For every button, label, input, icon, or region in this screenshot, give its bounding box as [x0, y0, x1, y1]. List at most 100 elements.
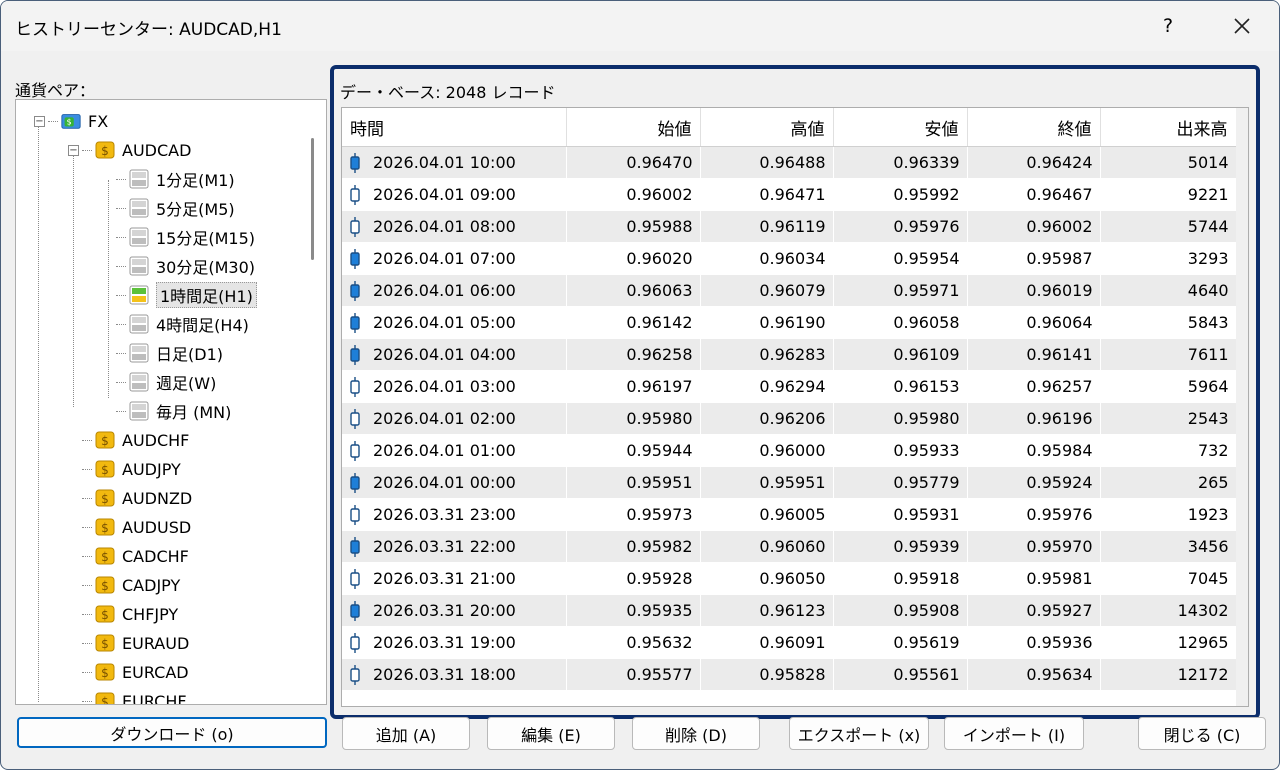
- import-button[interactable]: インポート (I): [944, 717, 1084, 750]
- table-row[interactable]: 2026.04.01 06:00 0.96063 0.96079 0.95971 0.9…: [342, 274, 1237, 307]
- cell-volume: 12965: [1100, 626, 1237, 659]
- table-row[interactable]: 2026.03.31 18:00 0.95577 0.95828 0.95561 0.9…: [342, 658, 1237, 691]
- tree-item-symbol[interactable]: $ AUDNZD: [94, 485, 192, 511]
- history-center-window: ヒストリーセンター: AUDCAD,H1 ? 通貨ペア： $ FX − $ AUDCAD…: [0, 0, 1280, 770]
- column-header-open[interactable]: 始値: [566, 108, 701, 147]
- table-row[interactable]: 2026.04.01 05:00 0.96142 0.96190 0.96058 0.9…: [342, 306, 1237, 339]
- table-row[interactable]: 2026.03.31 23:00 0.95973 0.96005 0.95931 0.9…: [342, 498, 1237, 531]
- cell-open: 0.96063: [566, 274, 701, 307]
- cell-time: 2026.04.01 10:00: [342, 146, 567, 179]
- tree-item-timeframe[interactable]: 日足(D1): [128, 340, 223, 366]
- bull-candle-icon: [350, 440, 360, 461]
- tree-item-label: 15分足(M15): [156, 229, 256, 248]
- tree-guide-line: [38, 122, 39, 702]
- tree-item-symbol[interactable]: $ AUDUSD: [94, 514, 191, 540]
- delete-button[interactable]: 削除 (D): [632, 717, 760, 750]
- svg-text:$: $: [101, 434, 109, 448]
- tree-guide-line: [116, 208, 126, 209]
- cell-high: 0.96283: [700, 338, 834, 371]
- row-time: 2026.03.31 19:00: [373, 633, 516, 652]
- row-time: 2026.03.31 21:00: [373, 569, 516, 588]
- title-bar: ヒストリーセンター: AUDCAD,H1 ?: [1, 1, 1279, 51]
- help-button[interactable]: ?: [1153, 9, 1183, 43]
- cell-open: 0.95951: [566, 466, 701, 499]
- cell-time: 2026.04.01 05:00: [342, 306, 567, 339]
- tree-item-timeframe[interactable]: 30分足(M30): [128, 253, 255, 279]
- table-row[interactable]: 2026.04.01 10:00 0.96470 0.96488 0.96339 0.9…: [342, 146, 1237, 179]
- tree-item-symbol[interactable]: $ CADJPY: [94, 572, 180, 598]
- tree-item-timeframe[interactable]: 15分足(M15): [128, 224, 255, 250]
- column-header-low[interactable]: 安値: [833, 108, 968, 147]
- tree-item-symbol[interactable]: $ EURAUD: [94, 630, 189, 656]
- tree-item-symbol[interactable]: $ EURCHF: [94, 688, 187, 704]
- table-row[interactable]: 2026.04.01 02:00 0.95980 0.96206 0.95980 0.9…: [342, 402, 1237, 435]
- tree-item-timeframe[interactable]: 毎月 (MN): [128, 398, 231, 424]
- symbol-coin-icon: $: [95, 431, 115, 449]
- cell-high: 0.95951: [700, 466, 834, 499]
- tree-item-label: AUDNZD: [122, 488, 193, 508]
- row-time: 2026.03.31 22:00: [373, 537, 516, 556]
- bull-candle-icon: [350, 216, 360, 237]
- table-row[interactable]: 2026.04.01 07:00 0.96020 0.96034 0.95954 0.9…: [342, 242, 1237, 275]
- tree-item-symbol[interactable]: $ CADCHF: [94, 543, 189, 569]
- tree-item-timeframe[interactable]: 1分足(M1): [128, 166, 235, 192]
- close-button[interactable]: 閉じる (C): [1138, 717, 1266, 750]
- table-row[interactable]: 2026.03.31 19:00 0.95632 0.96091 0.95619 0.9…: [342, 626, 1237, 659]
- column-header-volume[interactable]: 出来高: [1100, 108, 1237, 147]
- table-row[interactable]: 2026.03.31 20:00 0.95935 0.96123 0.95908 0.9…: [342, 594, 1237, 627]
- table-row[interactable]: 2026.04.01 08:00 0.95988 0.96119 0.95976 0.9…: [342, 210, 1237, 243]
- tree-item-timeframe[interactable]: 1時間足(H1): [128, 282, 257, 308]
- history-grid: 時間 始値 高値 安値 終値 出来高 2026.04.01 10:00 0.964…: [341, 107, 1249, 707]
- tree-item-timeframe[interactable]: 週足(W): [128, 369, 216, 395]
- history-file-icon: [129, 372, 149, 392]
- table-row[interactable]: 2026.04.01 01:00 0.95944 0.96000 0.95933 0.9…: [342, 434, 1237, 467]
- tree-item-symbol[interactable]: $ EURCAD: [94, 659, 189, 685]
- add-button[interactable]: 追加 (A): [342, 717, 470, 750]
- close-window-button[interactable]: [1225, 9, 1259, 43]
- table-row[interactable]: 2026.04.01 04:00 0.96258 0.96283 0.96109 0.9…: [342, 338, 1237, 371]
- cell-time: 2026.04.01 02:00: [342, 402, 567, 435]
- tree-item-timeframe[interactable]: 4時間足(H4): [128, 311, 249, 337]
- tree-collapse-toggle[interactable]: −: [34, 116, 45, 127]
- row-time: 2026.04.01 04:00: [373, 345, 516, 364]
- tree-item-label: 週足(W): [156, 374, 217, 393]
- tree-item-symbol[interactable]: $ AUDJPY: [94, 456, 181, 482]
- tree-guide-line: [116, 411, 126, 412]
- table-row[interactable]: 2026.03.31 22:00 0.95982 0.96060 0.95939 0.9…: [342, 530, 1237, 563]
- column-header-high[interactable]: 高値: [700, 108, 834, 147]
- tree-item-audcad[interactable]: $ AUDCAD: [94, 137, 191, 163]
- download-button[interactable]: ダウンロード (o): [17, 717, 327, 748]
- edit-button[interactable]: 編集 (E): [487, 717, 615, 750]
- cell-low: 0.95976: [833, 210, 968, 243]
- tree-collapse-toggle[interactable]: −: [68, 145, 79, 156]
- tree-item-label: 毎月 (MN): [156, 403, 232, 422]
- tree-item-symbol[interactable]: $ AUDCHF: [94, 427, 189, 453]
- tree-item-timeframe[interactable]: 5分足(M5): [128, 195, 235, 221]
- cell-open: 0.96197: [566, 370, 701, 403]
- svg-text:$: $: [101, 521, 109, 535]
- history-file-icon: [129, 227, 149, 247]
- table-row[interactable]: 2026.04.01 00:00 0.95951 0.95951 0.95779 0.9…: [342, 466, 1237, 499]
- cell-open: 0.95982: [566, 530, 701, 563]
- tree-guide-line: [82, 672, 92, 673]
- bull-candle-icon: [350, 664, 360, 685]
- cell-close: 0.95924: [967, 466, 1101, 499]
- cell-time: 2026.04.01 07:00: [342, 242, 567, 275]
- column-header-time[interactable]: 時間: [342, 108, 567, 147]
- cell-open: 0.96002: [566, 178, 701, 211]
- tree-guide-line: [82, 498, 92, 499]
- table-row[interactable]: 2026.04.01 09:00 0.96002 0.96471 0.95992 0.9…: [342, 178, 1237, 211]
- bear-candle-icon: [350, 312, 360, 333]
- cell-high: 0.95828: [700, 658, 834, 691]
- table-row[interactable]: 2026.04.01 03:00 0.96197 0.96294 0.96153 0.9…: [342, 370, 1237, 403]
- currency-pair-label: 通貨ペア：: [15, 81, 96, 100]
- table-row[interactable]: 2026.03.31 21:00 0.95928 0.96050 0.95918 0.9…: [342, 562, 1237, 595]
- column-header-close[interactable]: 終値: [967, 108, 1101, 147]
- tree-item-fx[interactable]: $ FX: [60, 108, 108, 134]
- export-button[interactable]: エクスポート (x): [789, 717, 929, 750]
- grid-scrollbar[interactable]: [1236, 108, 1248, 706]
- tree-scroll-thumb[interactable]: [311, 138, 314, 260]
- tree-scrollbar[interactable]: [300, 100, 326, 704]
- tree-item-label: AUDCHF: [122, 430, 190, 450]
- tree-item-symbol[interactable]: $ CHFJPY: [94, 601, 178, 627]
